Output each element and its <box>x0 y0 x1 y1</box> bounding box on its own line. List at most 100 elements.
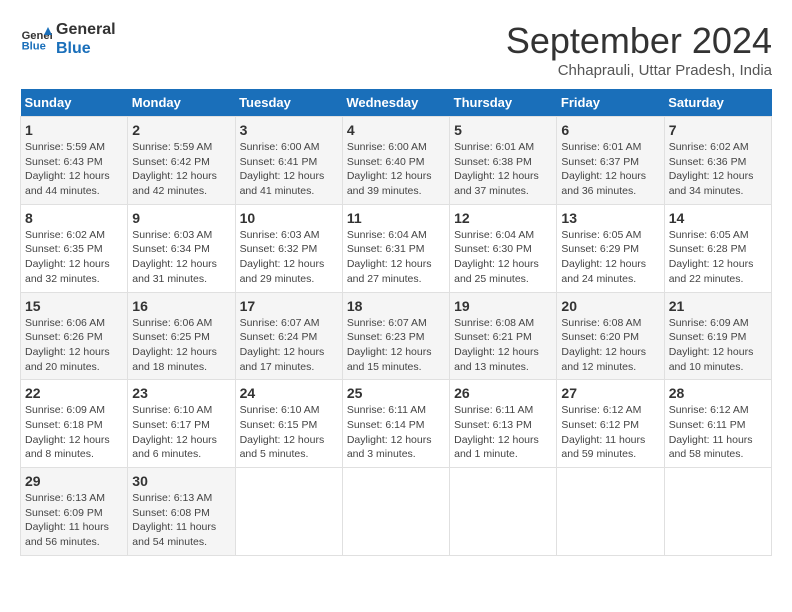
daylight-text: Daylight: 12 hours and 6 minutes. <box>132 434 217 461</box>
weekday-header-tuesday: Tuesday <box>235 89 342 117</box>
calendar-cell: 13 Sunrise: 6:05 AM Sunset: 6:29 PM Dayl… <box>557 204 664 292</box>
month-title: September 2024 <box>506 20 772 62</box>
calendar-cell: 20 Sunrise: 6:08 AM Sunset: 6:20 PM Dayl… <box>557 292 664 380</box>
sunrise-text: Sunrise: 6:13 AM <box>25 492 105 504</box>
day-info: Sunrise: 6:11 AM Sunset: 6:13 PM Dayligh… <box>454 403 552 462</box>
calendar-cell: 16 Sunrise: 6:06 AM Sunset: 6:25 PM Dayl… <box>128 292 235 380</box>
day-number: 30 <box>132 473 230 489</box>
day-number: 1 <box>25 122 123 138</box>
sunset-text: Sunset: 6:43 PM <box>25 156 103 168</box>
sunset-text: Sunset: 6:34 PM <box>132 243 210 255</box>
day-info: Sunrise: 6:05 AM Sunset: 6:28 PM Dayligh… <box>669 228 767 287</box>
calendar-table: SundayMondayTuesdayWednesdayThursdayFrid… <box>20 89 772 556</box>
sunset-text: Sunset: 6:38 PM <box>454 156 532 168</box>
calendar-cell: 8 Sunrise: 6:02 AM Sunset: 6:35 PM Dayli… <box>21 204 128 292</box>
day-info: Sunrise: 6:09 AM Sunset: 6:19 PM Dayligh… <box>669 316 767 375</box>
sunrise-text: Sunrise: 6:08 AM <box>561 317 641 329</box>
calendar-cell: 21 Sunrise: 6:09 AM Sunset: 6:19 PM Dayl… <box>664 292 771 380</box>
sunrise-text: Sunrise: 6:00 AM <box>347 141 427 153</box>
sunrise-text: Sunrise: 5:59 AM <box>132 141 212 153</box>
daylight-text: Daylight: 12 hours and 31 minutes. <box>132 258 217 285</box>
day-number: 22 <box>25 385 123 401</box>
sunrise-text: Sunrise: 6:11 AM <box>347 404 426 416</box>
sunset-text: Sunset: 6:13 PM <box>454 419 532 431</box>
daylight-text: Daylight: 12 hours and 41 minutes. <box>240 170 325 197</box>
day-info: Sunrise: 6:06 AM Sunset: 6:25 PM Dayligh… <box>132 316 230 375</box>
calendar-cell: 30 Sunrise: 6:13 AM Sunset: 6:08 PM Dayl… <box>128 468 235 556</box>
day-info: Sunrise: 6:04 AM Sunset: 6:30 PM Dayligh… <box>454 228 552 287</box>
calendar-cell: 11 Sunrise: 6:04 AM Sunset: 6:31 PM Dayl… <box>342 204 449 292</box>
day-number: 3 <box>240 122 338 138</box>
calendar-cell: 28 Sunrise: 6:12 AM Sunset: 6:11 PM Dayl… <box>664 380 771 468</box>
sunset-text: Sunset: 6:20 PM <box>561 331 639 343</box>
daylight-text: Daylight: 12 hours and 22 minutes. <box>669 258 754 285</box>
calendar-cell: 14 Sunrise: 6:05 AM Sunset: 6:28 PM Dayl… <box>664 204 771 292</box>
day-number: 12 <box>454 210 552 226</box>
calendar-cell: 7 Sunrise: 6:02 AM Sunset: 6:36 PM Dayli… <box>664 117 771 205</box>
daylight-text: Daylight: 12 hours and 34 minutes. <box>669 170 754 197</box>
day-number: 27 <box>561 385 659 401</box>
calendar-cell: 27 Sunrise: 6:12 AM Sunset: 6:12 PM Dayl… <box>557 380 664 468</box>
day-info: Sunrise: 6:08 AM Sunset: 6:20 PM Dayligh… <box>561 316 659 375</box>
day-number: 16 <box>132 298 230 314</box>
day-info: Sunrise: 6:13 AM Sunset: 6:09 PM Dayligh… <box>25 491 123 550</box>
day-number: 28 <box>669 385 767 401</box>
sunrise-text: Sunrise: 6:10 AM <box>132 404 212 416</box>
svg-text:Blue: Blue <box>22 41 46 53</box>
day-info: Sunrise: 6:03 AM Sunset: 6:34 PM Dayligh… <box>132 228 230 287</box>
logo-text: General Blue <box>56 20 116 58</box>
daylight-text: Daylight: 12 hours and 24 minutes. <box>561 258 646 285</box>
day-number: 4 <box>347 122 445 138</box>
sunrise-text: Sunrise: 6:06 AM <box>132 317 212 329</box>
sunrise-text: Sunrise: 6:02 AM <box>669 141 749 153</box>
daylight-text: Daylight: 12 hours and 42 minutes. <box>132 170 217 197</box>
sunset-text: Sunset: 6:17 PM <box>132 419 210 431</box>
sunset-text: Sunset: 6:11 PM <box>669 419 746 431</box>
daylight-text: Daylight: 12 hours and 18 minutes. <box>132 346 217 373</box>
day-number: 11 <box>347 210 445 226</box>
sunset-text: Sunset: 6:35 PM <box>25 243 103 255</box>
calendar-cell: 5 Sunrise: 6:01 AM Sunset: 6:38 PM Dayli… <box>450 117 557 205</box>
day-number: 21 <box>669 298 767 314</box>
sunrise-text: Sunrise: 6:05 AM <box>669 229 749 241</box>
calendar-cell: 12 Sunrise: 6:04 AM Sunset: 6:30 PM Dayl… <box>450 204 557 292</box>
calendar-cell: 6 Sunrise: 6:01 AM Sunset: 6:37 PM Dayli… <box>557 117 664 205</box>
day-number: 13 <box>561 210 659 226</box>
sunrise-text: Sunrise: 5:59 AM <box>25 141 105 153</box>
day-number: 5 <box>454 122 552 138</box>
sunset-text: Sunset: 6:21 PM <box>454 331 532 343</box>
day-number: 23 <box>132 385 230 401</box>
daylight-text: Daylight: 12 hours and 17 minutes. <box>240 346 325 373</box>
day-number: 15 <box>25 298 123 314</box>
title-block: September 2024 Chhaprauli, Uttar Pradesh… <box>506 20 772 79</box>
weekday-header-monday: Monday <box>128 89 235 117</box>
daylight-text: Daylight: 12 hours and 39 minutes. <box>347 170 432 197</box>
day-info: Sunrise: 6:03 AM Sunset: 6:32 PM Dayligh… <box>240 228 338 287</box>
day-number: 24 <box>240 385 338 401</box>
calendar-cell: 29 Sunrise: 6:13 AM Sunset: 6:09 PM Dayl… <box>21 468 128 556</box>
day-info: Sunrise: 6:06 AM Sunset: 6:26 PM Dayligh… <box>25 316 123 375</box>
page-header: General Blue General Blue September 2024… <box>20 20 772 79</box>
sunrise-text: Sunrise: 6:12 AM <box>561 404 641 416</box>
sunrise-text: Sunrise: 6:02 AM <box>25 229 105 241</box>
day-info: Sunrise: 6:04 AM Sunset: 6:31 PM Dayligh… <box>347 228 445 287</box>
day-info: Sunrise: 6:05 AM Sunset: 6:29 PM Dayligh… <box>561 228 659 287</box>
calendar-cell: 10 Sunrise: 6:03 AM Sunset: 6:32 PM Dayl… <box>235 204 342 292</box>
day-info: Sunrise: 6:00 AM Sunset: 6:41 PM Dayligh… <box>240 140 338 199</box>
day-number: 25 <box>347 385 445 401</box>
daylight-text: Daylight: 12 hours and 1 minute. <box>454 434 539 461</box>
day-info: Sunrise: 6:09 AM Sunset: 6:18 PM Dayligh… <box>25 403 123 462</box>
weekday-header-sunday: Sunday <box>21 89 128 117</box>
daylight-text: Daylight: 12 hours and 10 minutes. <box>669 346 754 373</box>
daylight-text: Daylight: 12 hours and 27 minutes. <box>347 258 432 285</box>
calendar-cell: 9 Sunrise: 6:03 AM Sunset: 6:34 PM Dayli… <box>128 204 235 292</box>
day-info: Sunrise: 5:59 AM Sunset: 6:43 PM Dayligh… <box>25 140 123 199</box>
sunset-text: Sunset: 6:23 PM <box>347 331 425 343</box>
day-info: Sunrise: 6:07 AM Sunset: 6:23 PM Dayligh… <box>347 316 445 375</box>
calendar-cell <box>664 468 771 556</box>
daylight-text: Daylight: 12 hours and 13 minutes. <box>454 346 539 373</box>
sunset-text: Sunset: 6:28 PM <box>669 243 747 255</box>
daylight-text: Daylight: 12 hours and 20 minutes. <box>25 346 110 373</box>
weekday-header-wednesday: Wednesday <box>342 89 449 117</box>
sunset-text: Sunset: 6:15 PM <box>240 419 318 431</box>
